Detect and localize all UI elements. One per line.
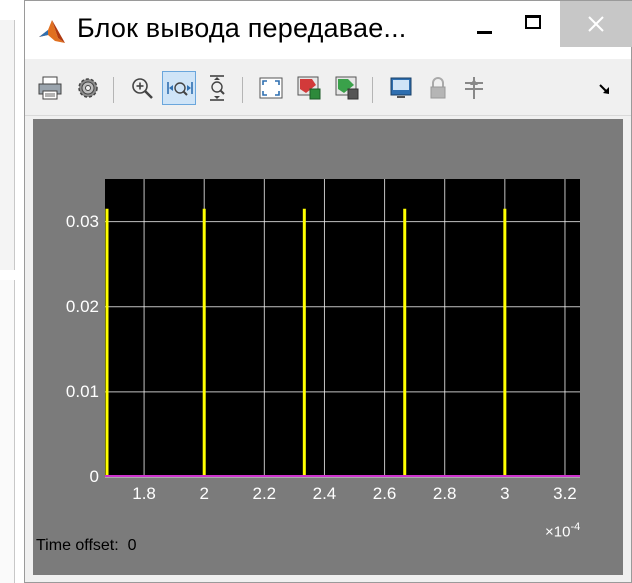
scope-plot[interactable] bbox=[33, 119, 623, 575]
x-tick-label: 2.8 bbox=[432, 484, 457, 503]
zoom-y-button[interactable] bbox=[200, 71, 234, 105]
display-icon bbox=[390, 77, 412, 98]
print-icon bbox=[38, 76, 62, 100]
y-tick-label: 0.03 bbox=[65, 211, 99, 231]
signal-select-button[interactable] bbox=[330, 71, 364, 105]
time-offset-label: Time offset: bbox=[36, 537, 119, 554]
maximize-icon bbox=[525, 15, 541, 29]
display-button[interactable] bbox=[384, 71, 418, 105]
signal-highlight-button[interactable] bbox=[457, 71, 491, 105]
toolbar bbox=[25, 63, 631, 116]
x-tick-label: 2 bbox=[199, 484, 209, 503]
autoscale-icon bbox=[259, 77, 283, 99]
trigger-icon bbox=[297, 76, 321, 100]
toolbar-separator bbox=[113, 77, 114, 103]
zoom-y-icon bbox=[210, 75, 225, 101]
autoscale-button[interactable] bbox=[254, 71, 288, 105]
time-offset: Time offset: 0 bbox=[36, 537, 137, 555]
scope-figure: 0 0.01 0.02 0.03 1.8 2 2.2 2.4 2.6 2.8 3 3.2 ×10-4 … bbox=[33, 119, 623, 575]
minimize-icon bbox=[477, 31, 492, 34]
dock-arrow-icon bbox=[599, 84, 609, 94]
print-button[interactable] bbox=[33, 71, 67, 105]
settings-button[interactable] bbox=[71, 71, 105, 105]
x-tick-label: 2.2 bbox=[252, 484, 277, 503]
minimize-button[interactable] bbox=[463, 1, 507, 47]
time-offset-value: 0 bbox=[127, 537, 137, 554]
x-exponent-base: ×10 bbox=[545, 523, 571, 541]
zoom-x-button[interactable] bbox=[162, 71, 196, 105]
window-title: Блок вывода передавае... bbox=[77, 13, 407, 43]
y-tick-label: 0.01 bbox=[65, 381, 99, 401]
matlab-logo-icon bbox=[37, 17, 67, 47]
trigger-button[interactable] bbox=[292, 71, 326, 105]
toolbar-separator bbox=[372, 77, 373, 103]
maximize-button[interactable] bbox=[511, 1, 555, 47]
dock-button[interactable] bbox=[588, 71, 622, 105]
x-tick-label: 2.4 bbox=[312, 484, 337, 503]
title-bar[interactable]: Блок вывода передавае... bbox=[25, 1, 632, 59]
background-window-edge-lower bbox=[0, 280, 15, 583]
plot-area bbox=[105, 179, 580, 477]
lock-button[interactable] bbox=[421, 71, 455, 105]
zoom-x-icon bbox=[167, 82, 193, 96]
y-tick-label: 0.02 bbox=[65, 296, 99, 316]
y-tick-label: 0 bbox=[89, 467, 99, 486]
toolbar-separator bbox=[242, 77, 243, 103]
signal-highlight-icon bbox=[465, 77, 483, 99]
x-tick-label: 2.6 bbox=[372, 484, 397, 503]
zoom-in-button[interactable] bbox=[125, 71, 159, 105]
settings-gear-icon bbox=[78, 78, 98, 98]
close-icon bbox=[588, 16, 604, 32]
x-tick-label: 3 bbox=[500, 484, 510, 503]
scope-window: Блок вывода передавае... 0 0.01 0.02 0.0… bbox=[24, 0, 632, 583]
zoom-in-icon bbox=[132, 78, 153, 99]
lock-icon bbox=[430, 77, 446, 99]
x-axis-exponent: ×10-4 bbox=[545, 521, 580, 541]
x-tick-label: 3.2 bbox=[553, 484, 577, 503]
background-window-edge bbox=[0, 20, 15, 270]
x-exponent-power: -4 bbox=[570, 521, 581, 533]
x-tick-label: 1.8 bbox=[132, 484, 156, 503]
signal-select-icon bbox=[335, 76, 359, 100]
close-button[interactable] bbox=[560, 1, 632, 47]
